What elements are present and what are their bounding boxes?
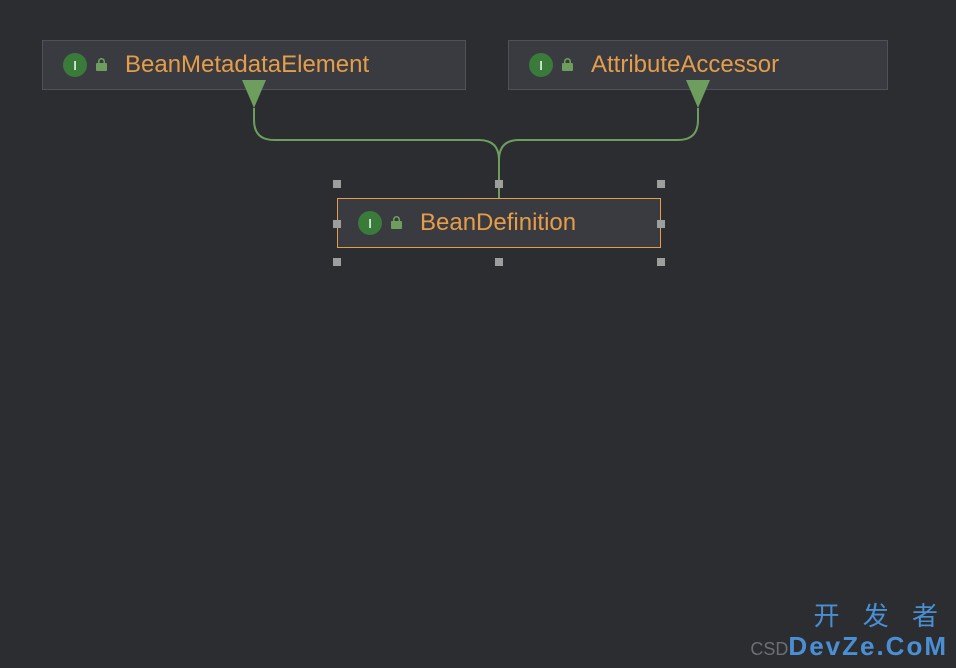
lock-icon — [390, 216, 404, 230]
watermark-bottom: CSDDevZe.CoM — [750, 631, 948, 662]
selection-handle-tc[interactable] — [495, 180, 503, 188]
watermark-chinese: 开 发 者 — [814, 596, 946, 633]
interface-icon: I — [358, 211, 382, 235]
selection-handle-br[interactable] — [657, 258, 665, 266]
uml-interface-node[interactable]: I AttributeAccessor — [508, 40, 888, 90]
node-label: BeanDefinition — [420, 209, 576, 237]
selection-handle-ml[interactable] — [333, 220, 341, 228]
selection-handle-mr[interactable] — [657, 220, 665, 228]
selection-handle-bl[interactable] — [333, 258, 341, 266]
selection-handle-tr[interactable] — [657, 180, 665, 188]
selection-handle-tl[interactable] — [333, 180, 341, 188]
interface-icon-letter: I — [73, 58, 77, 73]
interface-icon-letter: I — [368, 216, 372, 231]
uml-interface-node[interactable]: I BeanMetadataElement — [42, 40, 466, 90]
lock-icon — [561, 58, 575, 72]
interface-icon: I — [529, 53, 553, 77]
lock-icon — [95, 58, 109, 72]
interface-icon: I — [63, 53, 87, 77]
node-label: BeanMetadataElement — [125, 51, 369, 79]
interface-icon-letter: I — [539, 58, 543, 73]
selection-handle-bc[interactable] — [495, 258, 503, 266]
uml-interface-node-selected[interactable]: I BeanDefinition — [337, 198, 661, 248]
watermark-csdn: CSD — [750, 639, 788, 659]
node-label: AttributeAccessor — [591, 51, 779, 79]
watermark-devze: DevZe.CoM — [788, 631, 948, 661]
